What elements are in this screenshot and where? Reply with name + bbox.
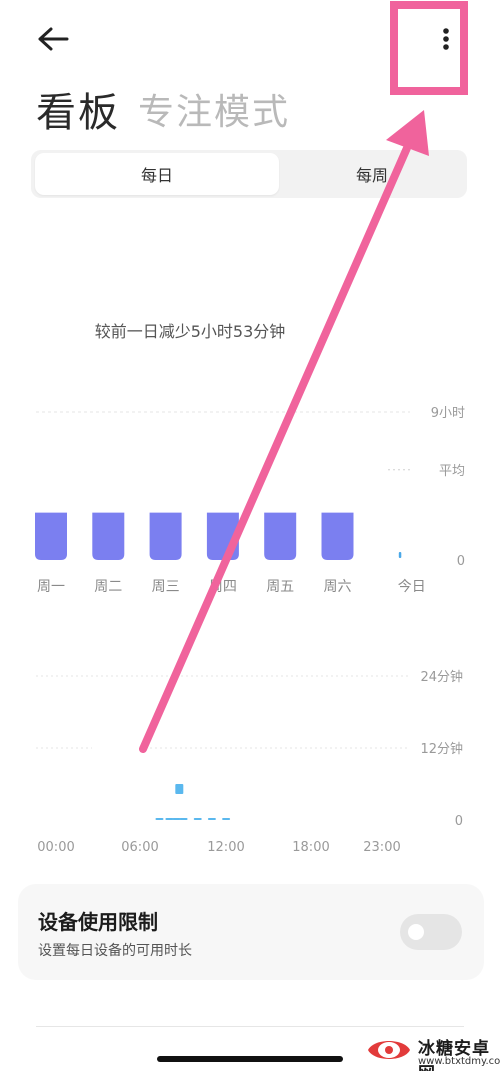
watermark-logo-icon xyxy=(368,1041,410,1059)
y-tick-label: 12分钟 xyxy=(420,741,463,757)
hour-bar xyxy=(175,784,184,794)
hour-bar xyxy=(179,818,188,820)
x-tick-label: 06:00 xyxy=(121,840,158,855)
hour-bar xyxy=(222,818,231,820)
x-tick-label: 18:00 xyxy=(292,840,329,855)
toggle-knob xyxy=(408,924,424,940)
hour-bar xyxy=(155,818,164,820)
x-tick-label: 12:00 xyxy=(207,840,244,855)
device-limit-card[interactable]: 设备使用限制 设置每日设备的可用时长 xyxy=(18,884,484,980)
hour-bar xyxy=(165,818,174,820)
device-limit-toggle[interactable] xyxy=(400,914,462,950)
hourly-usage-chart: 24分钟 12分钟 0 00:00 06:00 12:00 18:00 23:00 xyxy=(36,669,463,855)
watermark-url: www.btxtdmy.com xyxy=(418,1056,500,1067)
device-limit-subtitle: 设置每日设备的可用时长 xyxy=(38,943,192,959)
x-tick-label: 23:00 xyxy=(363,840,400,855)
y-tick-label: 0 xyxy=(455,814,463,829)
hour-bar xyxy=(207,818,216,820)
y-tick-label: 24分钟 xyxy=(420,669,463,685)
device-limit-title: 设备使用限制 xyxy=(38,910,158,934)
hour-bar xyxy=(172,818,181,820)
divider xyxy=(36,1026,464,1027)
x-tick-label: 00:00 xyxy=(37,840,74,855)
hour-bar xyxy=(193,818,202,820)
home-indicator[interactable] xyxy=(157,1056,343,1062)
